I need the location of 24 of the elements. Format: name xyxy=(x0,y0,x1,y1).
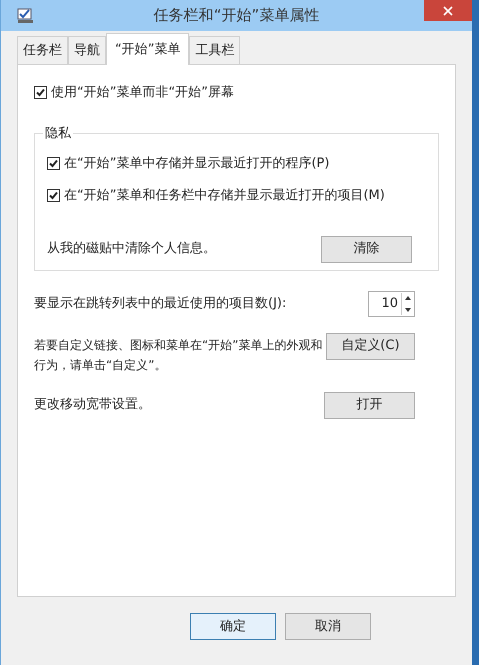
checkbox-label: 在“开始”菜单和任务栏中存储并显示最近打开的项目(M) xyxy=(64,187,385,205)
recent-items-label: 要显示在跳转列表中的最近使用的项目数(J): xyxy=(34,294,286,313)
tab[interactable]: 任务栏 xyxy=(17,36,68,64)
tab[interactable]: 工具栏 xyxy=(189,36,240,64)
close-button[interactable] xyxy=(424,0,472,21)
tab[interactable]: 导航 xyxy=(68,36,106,64)
ok-button[interactable]: 确定 xyxy=(190,613,276,640)
checkbox[interactable] xyxy=(34,86,47,100)
cancel-button[interactable]: 取消 xyxy=(285,613,371,640)
customize-description: 若要自定义链接、图标和菜单在“开始”菜单上的外观和行为，请单击“自定义”。 xyxy=(34,336,324,374)
tab[interactable]: “开始”菜单 xyxy=(106,33,190,65)
checkbox[interactable] xyxy=(47,189,60,202)
close-icon xyxy=(443,6,453,16)
checkbox-label: 在“开始”菜单中存储并显示最近打开的程序(P) xyxy=(64,154,330,172)
open-button[interactable]: 打开 xyxy=(324,392,415,418)
clear-description: 从我的磁贴中清除个人信息。 xyxy=(47,240,216,258)
checkbox-label: 使用“开始”菜单而非“开始”屏幕 xyxy=(51,84,234,102)
customize-button[interactable]: 自定义(C) xyxy=(326,332,415,360)
broadband-description: 更改移动宽带设置。 xyxy=(34,396,151,414)
recent-items-spinbox[interactable]: 10 xyxy=(368,290,415,316)
clear-button[interactable]: 清除 xyxy=(321,236,412,262)
checkbox-window-icon xyxy=(17,8,33,23)
window-title: 任务栏和“开始”菜单属性 xyxy=(154,5,320,26)
checkbox[interactable] xyxy=(47,156,60,170)
